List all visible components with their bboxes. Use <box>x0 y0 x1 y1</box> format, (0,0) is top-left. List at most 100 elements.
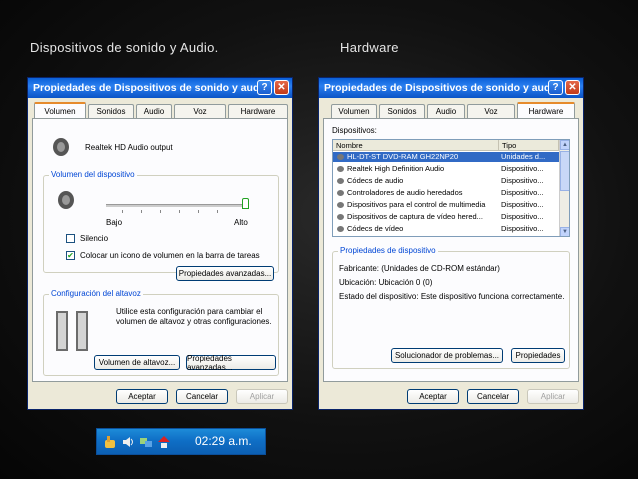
device-icon <box>337 154 344 160</box>
close-button[interactable]: ✕ <box>565 80 580 95</box>
device-row[interactable]: Realtek High Definition Audio Dispositivo… <box>333 164 559 174</box>
device-name: Controladores de audio heredados <box>347 188 463 197</box>
speaker-advanced-button[interactable]: Propiedades avanzadas... <box>186 354 276 372</box>
device-name: Realtek HD Audio output <box>85 143 173 152</box>
device-name: Códecs de audio <box>347 176 404 185</box>
slide-title-right: Hardware <box>340 40 399 55</box>
window-title: Propiedades de Dispositivos de sonido y … <box>33 82 269 94</box>
slider-tick <box>198 210 199 213</box>
advanced-properties-button[interactable]: Propiedades avanzadas... <box>176 266 274 281</box>
slider-tick <box>141 210 142 213</box>
window-titlebar[interactable]: Propiedades de Dispositivos de sonido y … <box>319 78 583 98</box>
scroll-thumb[interactable] <box>560 151 569 191</box>
ok-button[interactable]: Aceptar <box>407 389 459 404</box>
location-text: Ubicación: Ubicación 0 (0) <box>339 278 433 287</box>
speaker-icon <box>53 138 69 156</box>
slider-high-label: Alto <box>234 218 248 227</box>
slider-tick <box>179 210 180 213</box>
speakers-icon <box>56 311 88 351</box>
hardware-properties-window: Propiedades de Dispositivos de sonido y … <box>318 77 584 410</box>
properties-button[interactable]: Propiedades <box>511 348 565 363</box>
column-header-type[interactable]: Tipo <box>499 140 559 151</box>
device-row[interactable]: Códecs de vídeo Dispositivo... <box>333 224 559 234</box>
hardware-tab-panel: Dispositivos: Nombre Tipo HL-DT-ST DVD-R… <box>323 118 579 382</box>
speaker-description-line2: volumen de altavoz y otras configuracion… <box>116 317 272 326</box>
apply-button[interactable]: Aplicar <box>527 389 579 404</box>
device-name: Códecs de vídeo <box>347 224 404 233</box>
scroll-up-button[interactable]: ▲ <box>560 140 569 150</box>
device-icon <box>337 226 344 232</box>
tab-strip: Volumen Sonidos Audio Voz Hardware <box>32 102 288 119</box>
window-titlebar[interactable]: Propiedades de Dispositivos de sonido y … <box>28 78 292 98</box>
device-volume-group: Volumen del dispositivo Bajo Alto Silenc… <box>43 170 279 273</box>
window-title: Propiedades de Dispositivos de sonido y … <box>324 82 560 94</box>
device-row[interactable]: Dispositivos de captura de vídeo hered..… <box>333 212 559 222</box>
speaker-settings-group: Configuración del altavoz Utilice esta c… <box>43 289 279 376</box>
column-header-name[interactable]: Nombre <box>333 140 499 151</box>
volume-properties-window: Propiedades de Dispositivos de sonido y … <box>27 77 293 410</box>
slider-tick <box>217 210 218 213</box>
tab-sonidos[interactable]: Sonidos <box>379 104 425 118</box>
device-properties-group: Propiedades de dispositivo Fabricante: (… <box>332 246 570 369</box>
taskbar-clock[interactable]: 02:29 a.m. <box>195 434 252 448</box>
device-row[interactable]: Controladores de audio heredados Disposit… <box>333 188 559 198</box>
apply-button[interactable]: Aplicar <box>236 389 288 404</box>
device-type: Dispositivo... <box>501 224 544 233</box>
hand-icon[interactable] <box>103 435 117 449</box>
tab-voz[interactable]: Voz <box>174 104 226 118</box>
tab-voz[interactable]: Voz <box>467 104 515 118</box>
scroll-down-button[interactable]: ▼ <box>560 227 569 236</box>
devices-label: Dispositivos: <box>332 126 377 135</box>
tab-sonidos[interactable]: Sonidos <box>88 104 134 118</box>
manufacturer-text: Fabricante: (Unidades de CD-ROM estándar… <box>339 264 500 273</box>
close-button[interactable]: ✕ <box>274 80 289 95</box>
volume-slider-thumb[interactable] <box>242 198 249 209</box>
tab-hardware[interactable]: Hardware <box>517 102 575 119</box>
device-name: Realtek High Definition Audio <box>347 164 445 173</box>
safely-remove-hardware-icon[interactable] <box>157 435 171 449</box>
speaker-volume-button[interactable]: Volumen de altavoz... <box>94 355 180 370</box>
tab-audio[interactable]: Audio <box>136 104 172 118</box>
device-icon <box>337 178 344 184</box>
devices-list[interactable]: Nombre Tipo HL-DT-ST DVD-RAM GH22NP20 Uni… <box>332 139 570 237</box>
tab-audio[interactable]: Audio <box>427 104 465 118</box>
devices-list-scrollbar[interactable]: ▲ ▼ <box>559 140 569 236</box>
cancel-button[interactable]: Cancelar <box>176 389 228 404</box>
help-button[interactable]: ? <box>548 80 563 95</box>
speaker-icon <box>58 191 74 209</box>
tab-volumen[interactable]: Volumen <box>331 104 377 118</box>
device-icon <box>337 166 344 172</box>
device-name: HL-DT-ST DVD-RAM GH22NP20 <box>347 152 459 161</box>
network-icon[interactable] <box>139 435 153 449</box>
slider-tick <box>122 210 123 213</box>
volume-icon[interactable] <box>121 435 135 449</box>
device-volume-group-label: Volumen del dispositivo <box>49 170 137 179</box>
device-row[interactable]: Códecs de audio Dispositivo... <box>333 176 559 186</box>
tray-icon-label: Colocar un icono de volumen en la barra … <box>80 251 260 260</box>
device-row[interactable]: Dispositivos para el control de multimed… <box>333 200 559 210</box>
tray-icon-checkbox[interactable]: ✔ <box>66 251 75 260</box>
device-type: Dispositivo... <box>501 164 544 173</box>
device-type: Unidades d... <box>501 152 546 161</box>
troubleshoot-button[interactable]: Solucionador de problemas... <box>391 348 503 363</box>
slider-tick <box>160 210 161 213</box>
mute-checkbox[interactable] <box>66 234 75 243</box>
device-type: Dispositivo... <box>501 176 544 185</box>
device-type: Dispositivo... <box>501 188 544 197</box>
ok-button[interactable]: Aceptar <box>116 389 168 404</box>
speaker-description-line1: Utilice esta configuración para cambiar … <box>116 307 263 316</box>
mute-label: Silencio <box>80 234 109 243</box>
device-name: Dispositivos para el control de multimed… <box>347 200 486 209</box>
cancel-button[interactable]: Cancelar <box>467 389 519 404</box>
volume-slider-track[interactable] <box>106 204 246 207</box>
tab-hardware[interactable]: Hardware <box>228 104 288 118</box>
device-icon <box>337 214 344 220</box>
system-tray: 02:29 a.m. <box>96 428 266 455</box>
device-row[interactable]: HL-DT-ST DVD-RAM GH22NP20 Unidades d... <box>333 152 559 162</box>
device-type: Dispositivo... <box>501 212 544 221</box>
tab-strip: Volumen Sonidos Audio Voz Hardware <box>323 102 579 119</box>
help-button[interactable]: ? <box>257 80 272 95</box>
device-type: Dispositivo... <box>501 200 544 209</box>
device-icon <box>337 202 344 208</box>
tab-volumen[interactable]: Volumen <box>34 102 86 119</box>
